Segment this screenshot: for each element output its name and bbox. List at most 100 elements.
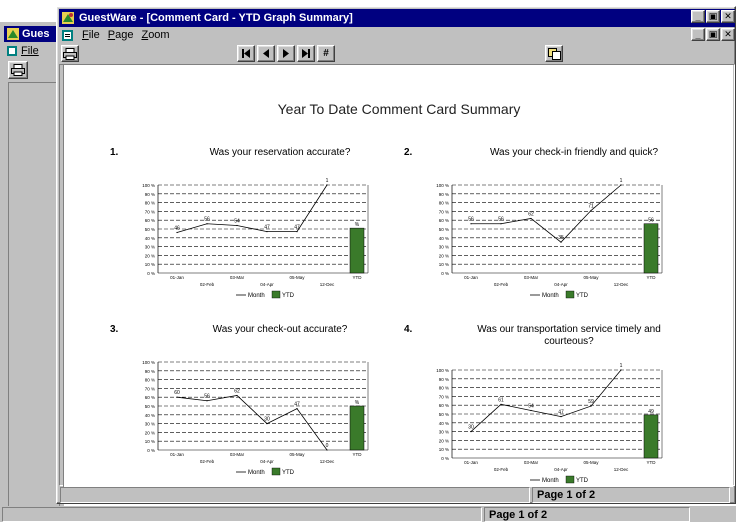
window-title: GuestWare - [Comment Card - YTD Graph Su… [79, 12, 353, 24]
data-label: 56 [204, 217, 210, 223]
y-tick-label: 20 % [145, 253, 155, 258]
minimize-icon: _ [695, 11, 701, 22]
data-point [530, 217, 532, 220]
legend-ytd-label: YTD [282, 470, 295, 476]
x-tick-label: 03-Mar [524, 275, 539, 280]
data-point [560, 416, 562, 418]
minimize-button[interactable]: _ [691, 10, 705, 23]
chart: 0 % 10 % 20 % 30 % 40 % 50 % 60 % 70 % 80 % 90 % 1… [142, 178, 369, 299]
y-tick-label: 50 % [145, 227, 155, 232]
printer-icon [11, 64, 25, 76]
close-icon: ✕ [724, 29, 732, 39]
minimize-icon: _ [695, 29, 701, 40]
titlebar[interactable]: GuestWare - [Comment Card - YTD Graph Su… [59, 9, 735, 27]
goto-page-button[interactable]: # [317, 45, 335, 62]
y-tick-label: 40 % [439, 236, 449, 241]
data-point [326, 449, 328, 451]
menu-zoom-rest: oom [148, 29, 170, 41]
first-page-button[interactable] [237, 45, 255, 62]
x-tick-label: YTD [647, 460, 657, 465]
background-window-titlebar[interactable]: Gues [4, 26, 64, 42]
menu-zoom[interactable]: Zoom [141, 29, 169, 41]
menu-file[interactable]: File [82, 29, 100, 41]
x-tick-label: 05-May [289, 452, 305, 457]
data-label: 47 [264, 225, 270, 231]
data-label: 54 [528, 403, 534, 409]
legend-ytd-label: YTD [282, 293, 295, 299]
y-tick-label: 30 % [439, 430, 449, 435]
data-label: 47 [558, 410, 564, 416]
background-print-button[interactable] [8, 61, 28, 79]
menu-file-rest: ile [88, 29, 100, 41]
data-point [296, 231, 298, 233]
y-tick-label: 30 % [145, 245, 155, 250]
data-label: 56 [204, 394, 210, 400]
menu-page[interactable]: Page [108, 29, 134, 41]
next-page-button[interactable] [277, 45, 295, 62]
x-tick-label: 05-May [583, 275, 599, 280]
legend-ytd-swatch [271, 467, 281, 476]
data-label: 35 [558, 235, 564, 241]
x-tick-label: 03-Mar [230, 452, 245, 457]
data-label: 60 [174, 390, 180, 396]
y-tick-label: 90 % [439, 377, 449, 382]
x-tick-label: 12-Dec [320, 282, 335, 287]
y-tick-label: 100 % [142, 183, 155, 188]
y-tick-label: 20 % [145, 430, 155, 435]
data-point [176, 231, 178, 234]
data-point [590, 405, 592, 407]
first-page-icon [242, 49, 250, 58]
doc-minimize-button[interactable]: _ [691, 28, 705, 41]
x-tick-label: 02-Feb [200, 459, 215, 464]
restore-button[interactable]: ▣ [706, 10, 720, 23]
x-tick-label: 04-Apr [260, 282, 274, 287]
y-tick-label: 100 % [436, 368, 449, 373]
doc-close-button[interactable]: ✕ [721, 28, 735, 41]
y-tick-label: 10 % [145, 439, 155, 444]
y-tick-label: 70 % [439, 394, 449, 399]
x-tick-label: YTD [353, 452, 363, 457]
x-tick-label: 01-Jan [464, 460, 478, 465]
y-tick-label: 70 % [145, 209, 155, 214]
x-tick-label: 01-Jan [170, 275, 184, 280]
data-label: 30 [468, 425, 474, 431]
y-tick-label: 80 % [439, 201, 449, 206]
data-point [236, 224, 238, 227]
print-button[interactable] [61, 45, 79, 62]
data-point [590, 209, 592, 212]
data-label: 46 [174, 226, 180, 232]
data-label: 47 [294, 225, 300, 231]
app-icon [62, 12, 74, 24]
y-tick-label: 50 % [145, 404, 155, 409]
y-tick-label: 10 % [439, 447, 449, 452]
y-tick-label: 80 % [439, 386, 449, 391]
data-label: 1 [620, 178, 623, 184]
ytd-bar [643, 223, 659, 274]
data-label: 1 [326, 178, 329, 184]
month-series-line [470, 369, 622, 432]
copy-icon [547, 47, 561, 60]
data-label: 56 [498, 217, 504, 223]
y-tick-label: 70 % [145, 386, 155, 391]
doc-restore-button[interactable]: ▣ [706, 28, 720, 41]
ytd-data-label: 49 [648, 409, 654, 415]
y-tick-label: 90 % [145, 192, 155, 197]
data-label: 71 [588, 204, 594, 210]
y-tick-label: 80 % [145, 378, 155, 383]
close-button[interactable]: ✕ [721, 10, 735, 23]
y-tick-label: 60 % [439, 403, 449, 408]
background-menubar: File [4, 43, 64, 59]
data-label: 47 [294, 402, 300, 408]
copy-button[interactable] [545, 45, 563, 62]
previous-page-button[interactable] [257, 45, 275, 62]
data-point [296, 408, 298, 410]
data-label: 62 [528, 211, 534, 217]
data-point [206, 223, 208, 225]
data-label: 0 [326, 443, 329, 449]
x-tick-label: 04-Apr [554, 467, 568, 472]
background-menu-file[interactable]: File [21, 45, 39, 57]
x-tick-label: 03-Mar [524, 460, 539, 465]
y-tick-label: 100 % [142, 360, 155, 365]
data-label: 30 [264, 417, 270, 423]
last-page-button[interactable] [297, 45, 315, 62]
